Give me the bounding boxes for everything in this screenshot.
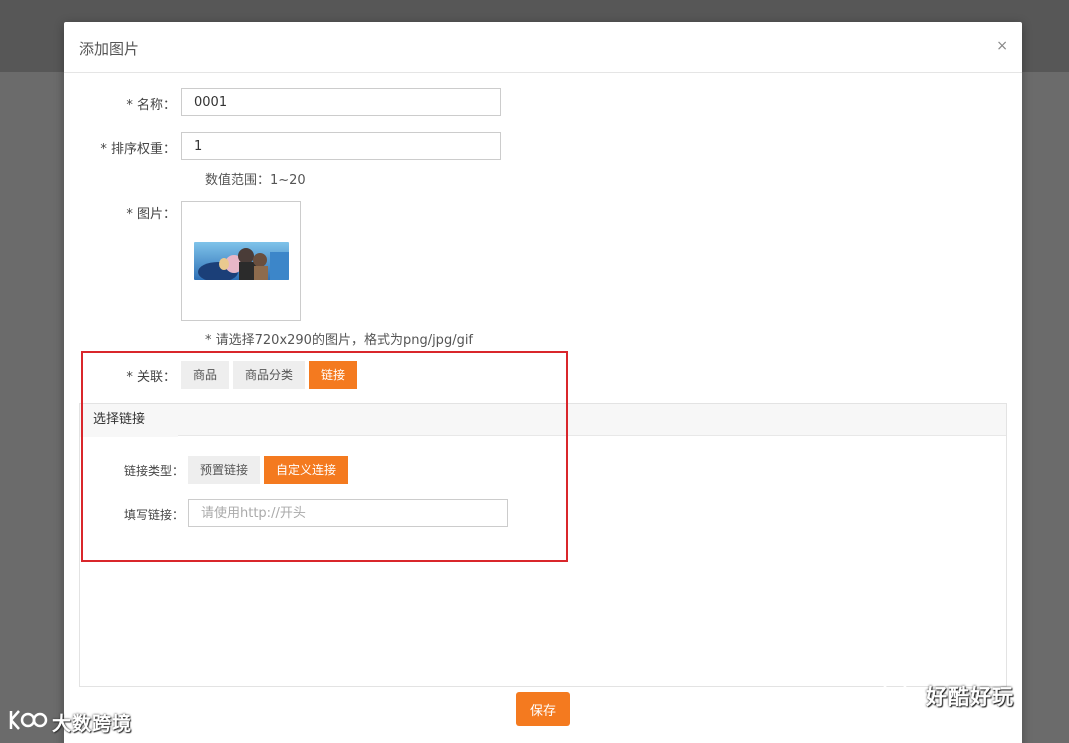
select-link-panel: 选择链接 链接类型： 预置链接 自定义连接 填写链接： [79, 403, 1007, 687]
name-input[interactable] [181, 88, 501, 116]
close-icon[interactable]: × [996, 37, 1008, 55]
watermark-right: 好酷好玩 [880, 680, 1014, 712]
name-label: * 名称： [126, 98, 176, 113]
association-category-button[interactable]: 商品分类 [233, 361, 305, 389]
dialog-title: 添加图片 [79, 40, 140, 58]
panel-header: 选择链接 [80, 404, 1006, 437]
image-upload-box[interactable] [181, 201, 301, 321]
tab-select-link[interactable]: 选择链接 [80, 404, 178, 437]
preset-link-button[interactable]: 预置链接 [188, 456, 260, 484]
association-product-button[interactable]: 商品 [181, 361, 229, 389]
link-type-label: 链接类型： [123, 464, 184, 478]
sort-weight-input[interactable] [181, 132, 501, 160]
save-button[interactable]: 保存 [516, 692, 570, 726]
custom-link-button[interactable]: 自定义连接 [264, 456, 348, 484]
watermark-left-text: 大数跨境 [52, 712, 133, 735]
wechat-icon [880, 679, 920, 713]
add-image-dialog: 添加图片 × * 名称： * 排序权重： 数值范围：1~20 * 图片： [64, 22, 1022, 743]
watermark-right-text: 好酷好玩 [926, 685, 1014, 709]
association-label: * 关联： [126, 370, 176, 385]
association-link-button[interactable]: 链接 [309, 361, 357, 389]
watermark-left: 大数跨境 [8, 706, 132, 738]
dialog-header: 添加图片 × [64, 22, 1022, 73]
link-url-label: 填写链接： [123, 508, 184, 522]
brand-logo-icon [8, 707, 48, 737]
uploaded-image-thumbnail [194, 242, 289, 280]
sort-weight-hint: 数值范围：1~20 [205, 173, 306, 188]
sort-weight-label: * 排序权重： [100, 142, 176, 157]
image-hint: * 请选择720x290的图片，格式为png/jpg/gif [205, 333, 474, 348]
link-url-input[interactable] [188, 499, 508, 527]
image-label: * 图片： [126, 207, 176, 222]
